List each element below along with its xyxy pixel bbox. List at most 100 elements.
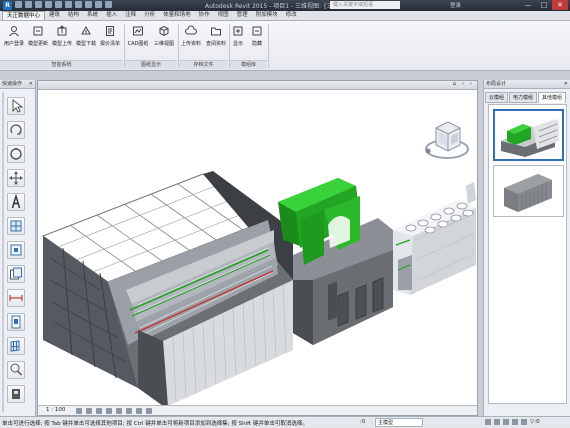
copy-tool[interactable] (7, 265, 25, 283)
tab-analyze[interactable]: 分析 (140, 11, 159, 20)
search-input[interactable]: 键入关键字或短语 (330, 1, 400, 9)
view-scale[interactable]: 1 : 100 (46, 407, 65, 413)
tab-data-center[interactable]: 天正数据中心 (2, 11, 46, 20)
tab-view[interactable]: 视图 (214, 11, 233, 20)
close-icon[interactable]: ✕ (29, 80, 33, 89)
grid-tool[interactable] (7, 337, 25, 355)
module-list (488, 104, 567, 404)
module-thumbnail[interactable] (493, 109, 564, 161)
view-window-controls[interactable]: ⌂ ‹ › (453, 81, 474, 87)
signin-button[interactable]: 登录 (450, 1, 461, 9)
move-tool[interactable] (7, 169, 25, 187)
measure-icon (9, 295, 23, 301)
app-menu-icon[interactable]: R (3, 1, 12, 10)
visual-style-icon[interactable] (86, 408, 92, 414)
close-icon[interactable]: ✕ (564, 80, 568, 89)
restore-button[interactable]: □ (536, 0, 552, 10)
panel-scrollbar[interactable] (2, 92, 4, 412)
upload-docs-button[interactable]: 上传资料 (179, 25, 203, 47)
close-button[interactable]: ✕ (552, 0, 568, 10)
delete-tool[interactable] (7, 385, 25, 403)
3d-viewport[interactable]: ⌂ ‹ › 1: 100 (37, 80, 478, 416)
power-room-model (278, 178, 393, 345)
status-bar: 单击可进行选择; 按 Tab 键并单击可选择其他项目; 按 Ctrl 键并单击可… (0, 416, 570, 428)
view-tab-bar: ⌂ ‹ › (38, 81, 477, 90)
orbit-icon (10, 147, 22, 160)
tab-annotate[interactable]: 注释 (121, 11, 140, 20)
save-icon[interactable] (25, 1, 32, 8)
tab-collaborate[interactable]: 协作 (195, 11, 214, 20)
tab-modify[interactable]: 修改 (282, 11, 301, 20)
minimize-button[interactable]: — (520, 0, 536, 10)
model-upload-button[interactable]: 模型上传 (50, 25, 74, 47)
face-select-icon[interactable] (512, 419, 518, 425)
model-update-button[interactable]: 模型更新 (26, 25, 50, 47)
download-icon (80, 25, 92, 37)
render-icon[interactable] (116, 408, 122, 414)
link-icon[interactable] (485, 419, 491, 425)
model-selector[interactable]: 主模型 (375, 418, 423, 427)
tab-structure[interactable]: 结构 (64, 11, 83, 20)
undo-icon[interactable] (35, 1, 42, 8)
sheet-tool[interactable] (7, 313, 25, 331)
filter-count[interactable]: ▽:0 (530, 419, 540, 425)
detail-level-icon[interactable] (76, 408, 82, 414)
orbit-tool[interactable] (7, 145, 25, 163)
ribbon-panel: 用户登录 模型更新 模型上传 模型下载 报价清单 CAD图纸 三维视图 上传资料… (0, 21, 570, 71)
tab-systems[interactable]: 系统 (83, 11, 102, 20)
status-message: 单击可进行选择; 按 Tab 键并单击可选择其他项目; 按 Ctrl 键并单击可… (2, 421, 308, 427)
model-render[interactable] (38, 90, 477, 406)
tab-manage[interactable]: 管理 (233, 11, 252, 20)
user-login-button[interactable]: 用户登录 (2, 25, 26, 47)
dropdown-icon[interactable] (105, 1, 112, 8)
text-tool[interactable] (7, 193, 25, 211)
view-cube-icon[interactable] (425, 121, 469, 159)
move-icon (9, 171, 23, 185)
align-icon (10, 244, 22, 256)
crop-view-icon[interactable] (126, 408, 132, 414)
redo-icon[interactable] (45, 1, 52, 8)
tab-massing[interactable]: 体量和场地 (159, 11, 195, 20)
align-tool[interactable] (7, 241, 25, 259)
module-thumbnail[interactable] (493, 165, 564, 217)
quick-access-toolbar: R (3, 1, 112, 10)
section-icon[interactable] (95, 1, 102, 8)
measure-tool[interactable] (7, 289, 25, 307)
cad-icon (132, 25, 144, 37)
rotate-tool[interactable] (7, 121, 25, 139)
layout-tool[interactable] (7, 217, 25, 235)
hide-button[interactable]: 隐藏 (249, 25, 265, 47)
tab-architecture[interactable]: 建筑 (45, 11, 64, 20)
hide-elements-icon[interactable] (136, 408, 142, 414)
model-download-button[interactable]: 模型下载 (74, 25, 98, 47)
cad-drawing-button[interactable]: CAD图纸 (126, 25, 150, 47)
pinned-icon[interactable] (494, 419, 500, 425)
underlay-icon[interactable] (503, 419, 509, 425)
sun-path-icon[interactable] (96, 408, 102, 414)
view-docs-button[interactable]: 查阅资料 (204, 25, 228, 47)
quick-operations-panel: 快速操作 ✕ (0, 80, 36, 416)
tab-addins[interactable]: 附加模块 (252, 11, 282, 20)
temporary-hide-icon[interactable] (146, 408, 152, 414)
delete-icon (12, 389, 20, 399)
tab-cloud-modules[interactable]: 云模组 (485, 92, 509, 103)
shadows-icon[interactable] (106, 408, 112, 414)
tab-other-modules[interactable]: 其他模组 (538, 92, 567, 103)
sheet-icon (11, 315, 21, 329)
drag-icon[interactable] (521, 419, 527, 425)
show-button[interactable]: 显示 (230, 25, 246, 47)
pointer-tool[interactable] (7, 97, 25, 115)
ribbon-separator (268, 24, 269, 68)
quote-list-button[interactable]: 报价清单 (98, 25, 122, 47)
open-icon[interactable] (15, 1, 22, 8)
selection-count: :0 (360, 419, 366, 425)
view-3d-icon[interactable] (85, 1, 92, 8)
tab-power-modules[interactable]: 电力模组 (509, 92, 538, 103)
tab-insert[interactable]: 插入 (102, 11, 121, 20)
3d-view-button[interactable]: 三维视图 (152, 25, 176, 47)
text-icon[interactable] (75, 1, 82, 8)
measure-icon[interactable] (65, 1, 72, 8)
zoom-tool[interactable] (7, 361, 25, 379)
print-icon[interactable] (55, 1, 62, 8)
cooling-module-preview-icon (501, 119, 559, 157)
